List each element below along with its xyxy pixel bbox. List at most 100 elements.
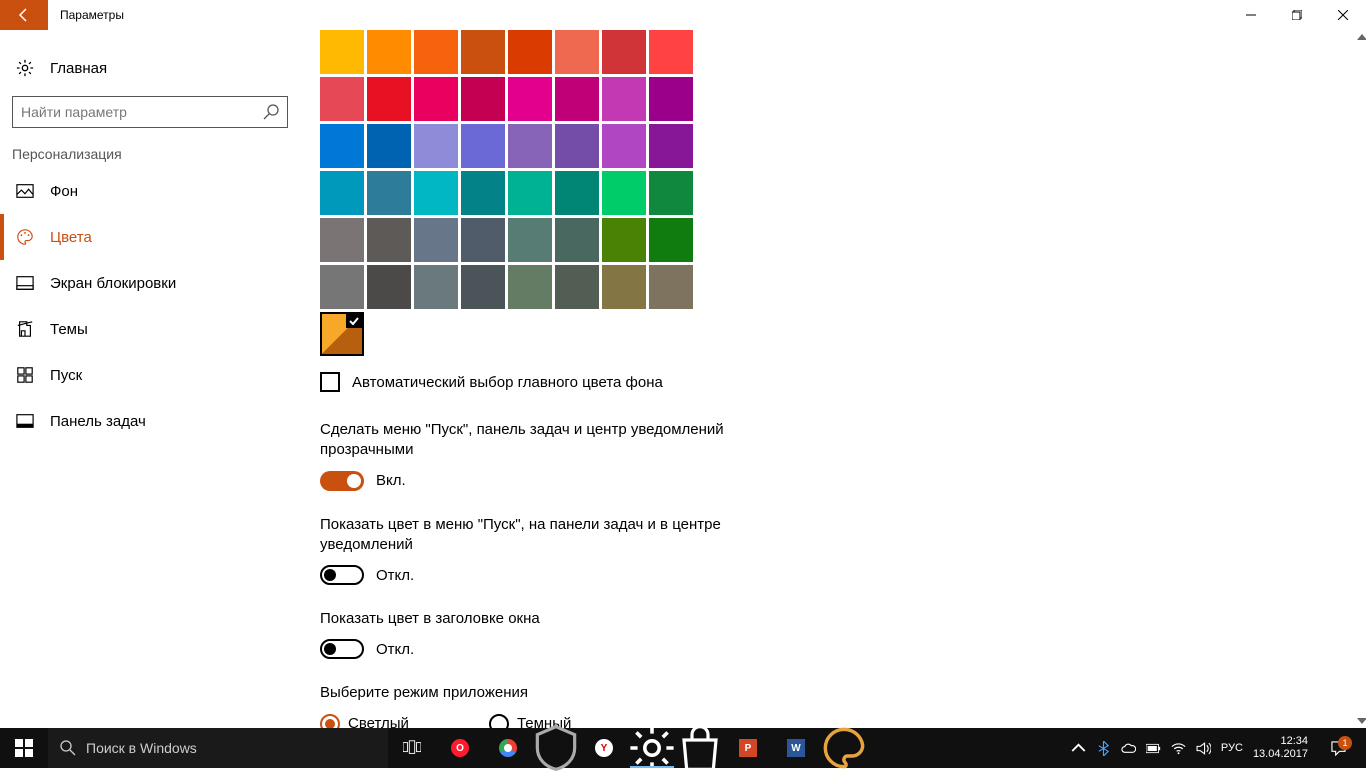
sidebar-home[interactable]: Главная [0,46,300,90]
color-swatch[interactable] [320,77,364,121]
color-swatch[interactable] [555,30,599,74]
color-swatch[interactable] [367,124,411,168]
color-swatch[interactable] [320,218,364,262]
taskbar-app-settings[interactable] [628,728,676,768]
color-swatch[interactable] [602,265,646,309]
color-swatch[interactable] [602,218,646,262]
color-swatch[interactable] [461,77,505,121]
tray-language[interactable]: РУС [1221,742,1243,754]
color-swatch[interactable] [414,218,458,262]
color-swatch[interactable] [461,124,505,168]
show-color-toggle[interactable] [320,565,364,585]
titlebar-color-toggle[interactable] [320,639,364,659]
color-swatch[interactable] [508,77,552,121]
toggle-state: Откл. [376,641,414,658]
search-placeholder: Найти параметр [21,104,127,120]
color-swatch[interactable] [320,265,364,309]
color-swatch[interactable] [508,218,552,262]
color-swatch[interactable] [414,265,458,309]
maximize-button[interactable] [1274,0,1320,30]
custom-color-swatch[interactable] [320,312,364,356]
color-swatch[interactable] [367,171,411,215]
color-swatch[interactable] [602,77,646,121]
close-button[interactable] [1320,0,1366,30]
color-swatch[interactable] [602,124,646,168]
color-swatch[interactable] [414,171,458,215]
sidebar-item-lockscreen[interactable]: Экран блокировки [0,260,300,306]
app-mode-light[interactable]: Светлый [320,714,409,729]
color-swatch[interactable] [367,30,411,74]
search-input[interactable]: Найти параметр [12,96,288,128]
battery-icon[interactable] [1146,741,1161,756]
action-center-button[interactable]: 1 [1318,741,1358,756]
scroll-down-icon[interactable] [1356,714,1366,728]
bluetooth-icon[interactable] [1096,741,1111,756]
color-swatch[interactable] [320,30,364,74]
search-icon [60,740,76,756]
taskbar-search[interactable]: Поиск в Windows [48,728,388,768]
taskbar-app-yandex[interactable]: Y [580,728,628,768]
taskbar-app-wot[interactable] [532,728,580,768]
taskbar-app-store[interactable] [676,728,724,768]
sidebar-item-label: Цвета [50,229,92,246]
color-swatch[interactable] [414,77,458,121]
auto-color-checkbox[interactable] [320,372,340,392]
color-swatch[interactable] [555,124,599,168]
taskbar-app-opera[interactable]: O [436,728,484,768]
color-swatch[interactable] [367,77,411,121]
taskbar-app-powerpoint[interactable]: P [724,728,772,768]
lockscreen-icon [16,274,34,292]
sidebar-item-label: Темы [50,321,88,338]
color-swatch[interactable] [602,171,646,215]
sidebar-item-colors[interactable]: Цвета [0,214,300,260]
sidebar-item-themes[interactable]: Темы [0,306,300,352]
scroll-up-icon[interactable] [1356,30,1366,44]
wifi-icon[interactable] [1171,741,1186,756]
color-swatch[interactable] [508,171,552,215]
color-swatch[interactable] [508,124,552,168]
sidebar-item-label: Фон [50,183,78,200]
color-swatch[interactable] [649,218,693,262]
color-swatch[interactable] [461,265,505,309]
taskbar-app-word[interactable]: W [772,728,820,768]
color-swatch[interactable] [461,171,505,215]
color-swatch[interactable] [508,265,552,309]
color-swatch[interactable] [320,171,364,215]
color-swatch[interactable] [602,30,646,74]
volume-icon[interactable] [1196,741,1211,756]
color-swatch[interactable] [649,77,693,121]
sidebar-item-label: Пуск [50,367,82,384]
titlebar: Параметры [0,0,1366,30]
tray-clock[interactable]: 12:34 13.04.2017 [1253,735,1308,760]
onedrive-icon[interactable] [1121,741,1136,756]
task-view-button[interactable] [388,728,436,768]
minimize-button[interactable] [1228,0,1274,30]
color-swatch[interactable] [555,218,599,262]
color-swatch[interactable] [649,171,693,215]
transparency-toggle[interactable] [320,471,364,491]
color-swatch[interactable] [461,30,505,74]
color-swatch[interactable] [414,124,458,168]
taskbar-app-chrome[interactable] [484,728,532,768]
tray-expand-icon[interactable] [1071,741,1086,756]
color-swatch[interactable] [414,30,458,74]
sidebar-item-taskbar[interactable]: Панель задач [0,398,300,444]
start-icon [16,366,34,384]
color-swatch[interactable] [320,124,364,168]
sidebar-item-start[interactable]: Пуск [0,352,300,398]
color-swatch[interactable] [555,265,599,309]
color-swatch[interactable] [367,218,411,262]
taskbar-app-paint[interactable] [820,728,868,768]
color-swatch[interactable] [649,124,693,168]
themes-icon [16,320,34,338]
start-button[interactable] [0,728,48,768]
color-swatch[interactable] [555,171,599,215]
back-button[interactable] [0,0,48,30]
color-swatch[interactable] [461,218,505,262]
color-swatch[interactable] [649,265,693,309]
color-swatch[interactable] [508,30,552,74]
color-swatch[interactable] [649,30,693,74]
color-swatch[interactable] [367,265,411,309]
color-swatch[interactable] [555,77,599,121]
sidebar-item-background[interactable]: Фон [0,168,300,214]
